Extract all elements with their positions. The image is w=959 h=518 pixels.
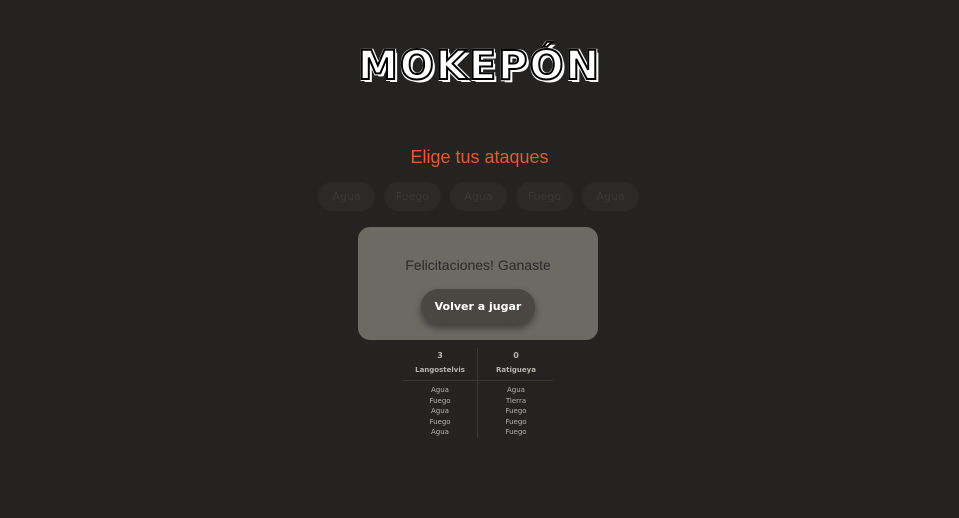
player-column: 3 Langostelvis Agua Fuego Agua Fuego Agu…	[403, 348, 477, 438]
enemy-attack-item: Tierra	[505, 396, 527, 405]
game-logo: MOKEPÓN	[357, 42, 601, 90]
player-attacks: Agua Fuego Agua Fuego Agua	[403, 385, 477, 438]
enemy-attack-item: Agua	[507, 386, 525, 394]
attack-button-4[interactable]: Fuego	[516, 182, 573, 211]
attack-button-5[interactable]: Agua	[582, 182, 639, 211]
attack-button-1[interactable]: Agua	[318, 182, 375, 211]
attack-buttons: Agua Fuego Agua Fuego Agua	[318, 182, 648, 212]
result-card: Felicitaciones! Ganaste Volver a jugar	[358, 227, 598, 340]
player-attack-item: Fuego	[429, 417, 451, 426]
result-message: Felicitaciones! Ganaste	[405, 257, 551, 273]
player-pet-name: Langostelvis	[415, 366, 465, 374]
enemy-attack-item: Fuego	[505, 417, 527, 426]
scoreboard-divider-vertical	[477, 348, 478, 438]
player-attack-item: Fuego	[429, 396, 451, 405]
player-attack-item: Agua	[431, 428, 449, 436]
enemy-pet-name: Ratigueya	[496, 366, 536, 374]
player-attack-item: Agua	[431, 386, 449, 394]
enemy-attacks: Agua Tierra Fuego Fuego Fuego	[479, 385, 553, 438]
restart-button[interactable]: Volver a jugar	[421, 289, 535, 324]
enemy-column: 0 Ratigueya Agua Tierra Fuego Fuego Fueg…	[479, 348, 553, 438]
attack-button-2[interactable]: Fuego	[384, 182, 441, 211]
enemy-score: 0	[513, 351, 519, 360]
player-attack-item: Agua	[431, 407, 449, 415]
player-score: 3	[437, 351, 443, 360]
scoreboard: 3 Langostelvis Agua Fuego Agua Fuego Agu…	[403, 348, 553, 438]
enemy-attack-item: Fuego	[505, 428, 527, 436]
attack-heading: Elige tus ataques	[410, 147, 549, 167]
enemy-attack-item: Fuego	[505, 407, 527, 415]
attack-button-3[interactable]: Agua	[450, 182, 507, 211]
